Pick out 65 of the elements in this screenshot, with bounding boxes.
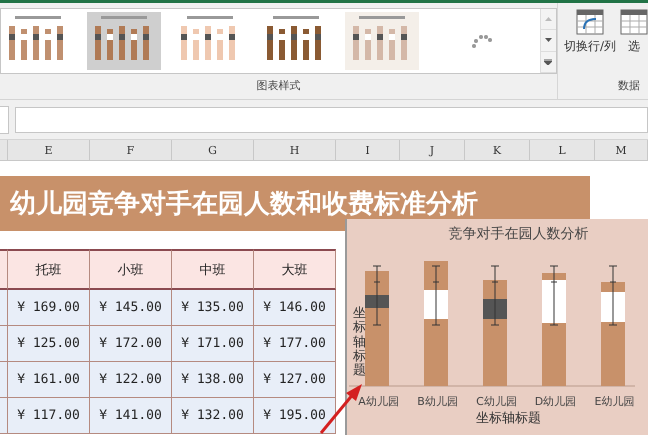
table-cell: ¥ 171.00 [172,326,254,362]
error-bar [432,266,440,326]
ribbon-button[interactable]: 切换行/列 [564,9,616,55]
axis-title: 坐标轴标题 [353,307,366,378]
table-header [0,249,8,290]
table-cell: ¥ 177.00 [254,326,336,362]
bar-segment [365,295,389,308]
table-header: 中班 [172,249,254,290]
table-cell: ¥ 135.00 [172,290,254,326]
loading-icon [471,33,493,49]
more-button[interactable] [540,52,556,73]
table-cell: ¥ 146.00 [254,290,336,326]
column-header[interactable]: F [90,140,172,160]
table-cell: ¥ 117.00 [8,398,90,434]
bar-segment [601,292,625,322]
table-header: 小班 [90,249,172,290]
column-header[interactable]: G [172,140,254,160]
table-cell: ¥ 138.00 [172,362,254,398]
table-cell: ¥ 169.00 [8,290,90,326]
column-header[interactable]: L [530,140,595,160]
table-cell: ¥ 172.00 [90,326,172,362]
table-cell: ¥ 132.00 [172,398,254,434]
bar-segment [424,290,448,319]
category-label: D幼儿园 [534,394,578,409]
scroll-down-button[interactable] [540,30,556,52]
column-header[interactable]: J [400,140,465,160]
ribbon-button[interactable]: 选 [620,9,648,55]
chart-style-thumbnail[interactable] [345,12,419,70]
table-cell: ¥ 122.00 [90,362,172,398]
table-cell: ¥ 145.00 [90,290,172,326]
chart[interactable]: 竞争对手在园人数分析 坐标轴标题 A幼儿园 B幼儿园 C幼儿园 D幼儿园 E幼儿园 坐标轴标题 [345,219,648,435]
up-icon [544,17,552,22]
group-label: 数据 [618,78,640,93]
sheet-title: 幼儿园竞争对手在园人数和收费标准分析 [10,188,478,221]
error-bar [372,266,382,326]
table-cell: ¥ 125.00 [8,326,90,362]
column-header[interactable]: H [254,140,336,160]
bar-segment [542,280,566,323]
category-label: C幼儿园 [475,394,518,409]
group-label: 图表样式 [255,78,302,93]
category-label: B幼儿园 [416,394,459,409]
category-label: A幼儿园 [357,394,400,409]
table-cell: ¥ 141.00 [90,398,172,434]
table-icon [620,9,648,35]
table-cell: ¥ 195.00 [254,398,336,434]
column-header[interactable]: K [465,140,530,160]
column-header[interactable]: M [595,140,648,160]
table-icon [576,9,604,35]
table-cell: ¥ 127.00 [254,362,336,398]
category-label: E幼儿园 [594,394,636,409]
expand-icon [544,58,552,65]
table-header: 托班 [8,249,90,290]
error-bar [608,266,618,326]
down-icon [544,38,552,42]
error-bar [490,266,500,326]
table-header: 大班 [254,249,336,290]
error-bar [550,266,558,326]
chart-title: 竞争对手在园人数分析 [448,225,588,243]
column-header[interactable]: E [8,140,90,160]
chart-style-thumbnail[interactable] [87,12,161,70]
axis-title: 坐标轴标题 [476,410,541,427]
table-cell: ¥ 161.00 [8,362,90,398]
formula-field[interactable] [15,106,648,132]
bar-segment [483,299,507,319]
column-header[interactable]: I [336,140,400,160]
